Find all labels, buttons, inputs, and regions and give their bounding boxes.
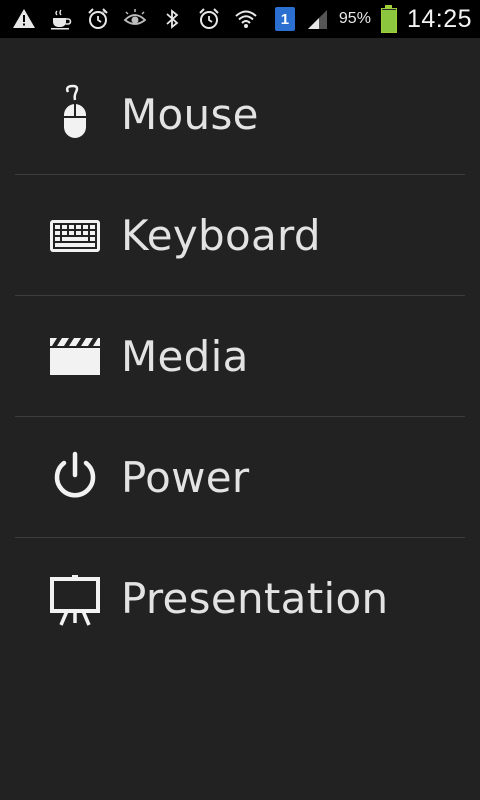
- coffee-icon: [49, 7, 73, 31]
- menu-item-keyboard[interactable]: Keyboard: [15, 175, 465, 296]
- keyboard-icon: [45, 205, 105, 265]
- battery-level-fill: [381, 10, 396, 32]
- menu-item-label: Media: [121, 331, 249, 381]
- alarm-snooze-icon: z: [86, 7, 110, 31]
- warning-icon: [12, 7, 36, 31]
- wifi-icon: [234, 7, 258, 31]
- remote-control-menu: Mouse Keyboard Media Power Presentation: [15, 54, 465, 659]
- status-bar-system: 1 95% 14:25: [274, 4, 472, 34]
- battery-percent: 95%: [338, 10, 371, 27]
- menu-item-media[interactable]: Media: [15, 296, 465, 417]
- menu-item-mouse[interactable]: Mouse: [15, 54, 465, 175]
- battery-icon: [380, 5, 397, 33]
- menu-item-label: Power: [121, 452, 250, 502]
- clock-time: 14:25: [406, 4, 472, 33]
- status-bar-notifications: z: [12, 7, 258, 31]
- notification-count-badge: 1: [274, 7, 295, 31]
- bluetooth-icon: [160, 7, 184, 31]
- menu-item-label: Mouse: [121, 89, 259, 139]
- menu-item-power[interactable]: Power: [15, 417, 465, 538]
- eye-icon: [123, 7, 147, 31]
- status-bar: z 1 95% 14:25: [0, 0, 480, 38]
- mouse-icon: [45, 84, 105, 144]
- svg-text:z: z: [102, 10, 106, 17]
- power-icon: [45, 447, 105, 507]
- presentation-board-icon: [45, 569, 105, 629]
- clapperboard-icon: [45, 326, 105, 386]
- signal-strength-icon: [305, 7, 329, 31]
- menu-item-label: Keyboard: [121, 210, 321, 260]
- menu-item-label: Presentation: [121, 574, 389, 623]
- alarm-clock-icon: [197, 7, 221, 31]
- menu-item-presentation[interactable]: Presentation: [15, 538, 465, 659]
